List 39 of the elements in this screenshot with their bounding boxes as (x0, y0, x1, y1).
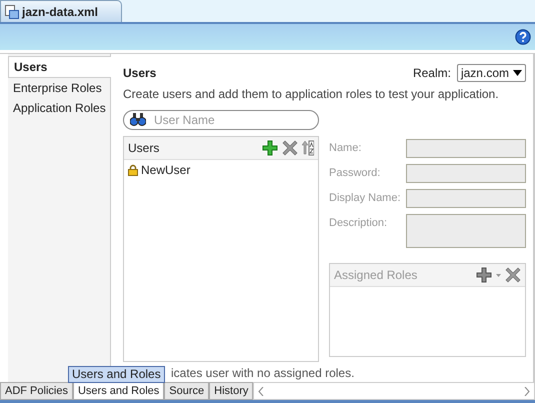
field-label: Password: (329, 166, 382, 181)
delete-icon[interactable] (505, 267, 521, 283)
help-icon[interactable] (515, 29, 531, 45)
text-area[interactable] (406, 214, 526, 248)
scroll-right-icon[interactable] (524, 386, 530, 396)
nav-item[interactable]: Enterprise Roles (8, 78, 110, 98)
field-label: Description: (329, 216, 388, 231)
panel-title: Assigned Roles (334, 268, 418, 282)
horizontal-scrollbar[interactable] (253, 382, 535, 400)
editor-tab[interactable]: Users and Roles (72, 382, 164, 400)
search-field[interactable]: User Name (123, 110, 319, 130)
editor-tab[interactable]: ADF Policies (0, 382, 73, 400)
padlock-icon (128, 164, 138, 176)
input-field[interactable] (406, 164, 526, 183)
panel-title: Users (128, 141, 160, 155)
realm-dropdown[interactable]: jazn.com (456, 64, 526, 82)
input-field[interactable] (406, 139, 526, 158)
user-item[interactable]: NewUser (124, 160, 318, 180)
editor-tab[interactable]: History (209, 382, 254, 400)
note-text: icates user with no assigned roles. (171, 366, 354, 380)
nav-item[interactable]: Application Roles (8, 98, 110, 118)
xml-file-icon (5, 4, 19, 18)
file-tab[interactable]: jazn-data.xml (0, 0, 122, 22)
caret-icon (513, 70, 522, 76)
tooltip: Users and Roles (68, 366, 165, 383)
add-icon[interactable] (476, 267, 492, 283)
scroll-left-icon[interactable] (258, 386, 264, 396)
section-description: Create users and add them to application roles to test your application. (123, 87, 500, 101)
caret-icon[interactable] (496, 274, 501, 276)
nav-item[interactable]: Users (8, 56, 111, 78)
delete-icon[interactable] (282, 140, 298, 156)
input-field[interactable] (406, 189, 526, 208)
editor-tab[interactable]: Source (164, 382, 210, 400)
add-icon[interactable] (262, 140, 278, 156)
field-label: Display Name: (329, 191, 402, 206)
sort-icon[interactable] (302, 140, 314, 156)
realm-label: Realm: (412, 66, 451, 80)
section-title: Users (123, 66, 156, 80)
field-label: Name: (329, 141, 362, 156)
